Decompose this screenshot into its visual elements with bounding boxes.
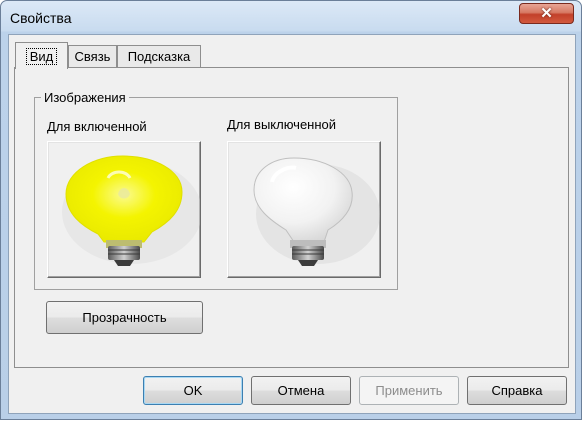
tab-label: Связь — [74, 49, 111, 64]
lightbulb-on-icon — [62, 155, 200, 266]
apply-button[interactable]: Применить — [359, 376, 459, 405]
cancel-button-label: Отмена — [277, 383, 325, 398]
off-image-label: Для выключенной — [227, 117, 337, 132]
tab-label: Вид — [25, 47, 58, 65]
on-image-label: Для включенной — [47, 119, 147, 134]
images-group-legend: Изображения — [41, 90, 129, 105]
tab-podskazka[interactable]: Подсказка — [117, 45, 201, 67]
close-icon: ✕ — [540, 5, 553, 22]
off-image-button[interactable] — [227, 141, 381, 278]
transparency-button[interactable]: Прозрачность — [46, 301, 203, 334]
lightbulb-off-icon — [253, 157, 380, 266]
ok-button[interactable]: OK — [143, 376, 243, 405]
tab-svyaz[interactable]: Связь — [68, 45, 117, 67]
help-button[interactable]: Справка — [467, 376, 567, 405]
apply-button-label: Применить — [375, 383, 443, 398]
tab-label: Подсказка — [127, 49, 191, 64]
transparency-button-label: Прозрачность — [82, 310, 167, 325]
close-button[interactable]: ✕ — [519, 3, 574, 24]
on-image-button[interactable] — [47, 141, 201, 278]
window-title: Свойства — [10, 10, 72, 26]
help-button-label: Справка — [491, 383, 543, 398]
tab-vid[interactable]: Вид — [15, 42, 68, 69]
ok-button-label: OK — [183, 383, 203, 398]
cancel-button[interactable]: Отмена — [251, 376, 351, 405]
